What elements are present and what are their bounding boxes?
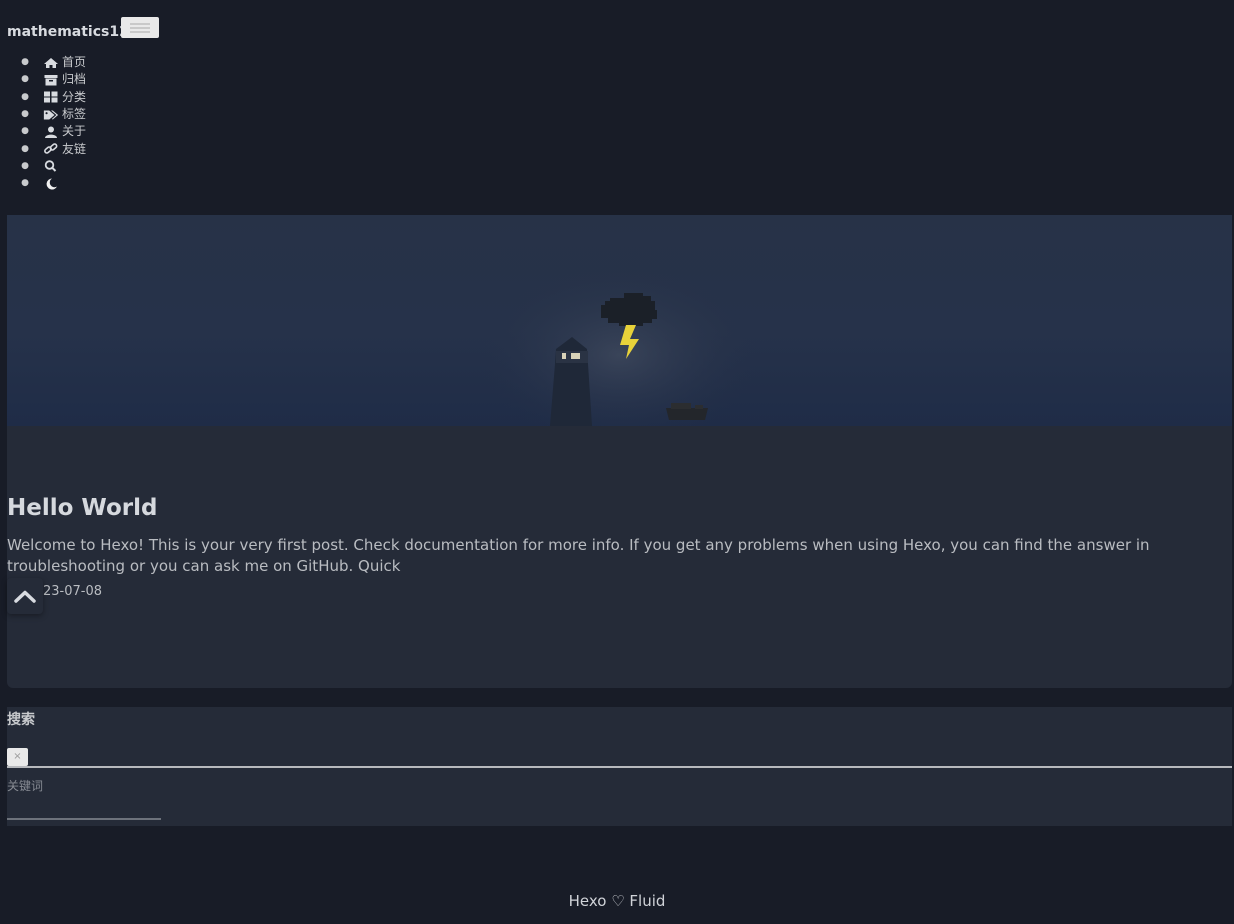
category-icon [44,91,58,103]
scroll-to-top-button[interactable] [7,578,43,614]
post-date: 23-07-08 [43,584,103,599]
nav-item-label: 归档 [62,72,87,87]
nav-item-archive[interactable]: ● 归档 [7,71,86,88]
archive-icon [44,74,58,86]
footer-text: Hexo ♡ Fluid [568,892,666,910]
keyword-label: 关键词 [7,779,44,793]
chevron-up-icon [14,590,36,603]
nav-item-label: 首页 [62,55,87,70]
search-icon [44,160,57,173]
nav-item-label: 关于 [62,124,87,139]
nav-item-about[interactable]: ● 关于 [7,123,86,140]
nav-item-label: 友链 [62,141,87,156]
home-icon [44,57,58,68]
lighthouse-storm-illustration [479,265,759,426]
post-excerpt[interactable]: Welcome to Hexo! This is your very first… [7,535,1231,577]
site-brand[interactable]: mathematics128 [7,24,139,40]
nav-item-links[interactable]: ● 友链 [7,140,86,157]
nav-item-tags[interactable]: ● 标签 [7,106,86,123]
nav-item-search[interactable]: ● [7,158,86,175]
search-modal: 搜索 × 关键词 [7,707,1232,826]
link-icon [44,143,58,154]
nav-item-dark-mode[interactable]: ● [7,175,86,192]
nav-item-label: 分类 [62,89,87,104]
divider [7,766,1232,768]
nav-item-categories[interactable]: ● 分类 [7,89,86,106]
nav-item-home[interactable]: ● 首页 [7,54,86,71]
user-icon [45,126,57,138]
banner-image [7,215,1232,426]
keyword-input[interactable] [7,797,161,820]
nav-menu: ● 首页 ● 归档 ● 分类 ● 标签 ● 关于 ● 友链 ● ● [7,54,86,192]
search-modal-title: 搜索 [7,712,35,728]
tags-icon [43,110,59,119]
nav-item-label: 标签 [62,107,87,122]
post-title[interactable]: Hello World [7,495,157,521]
navbar-toggler-button[interactable] [121,17,159,38]
close-button[interactable]: × [7,748,28,766]
moon-icon [46,178,57,190]
